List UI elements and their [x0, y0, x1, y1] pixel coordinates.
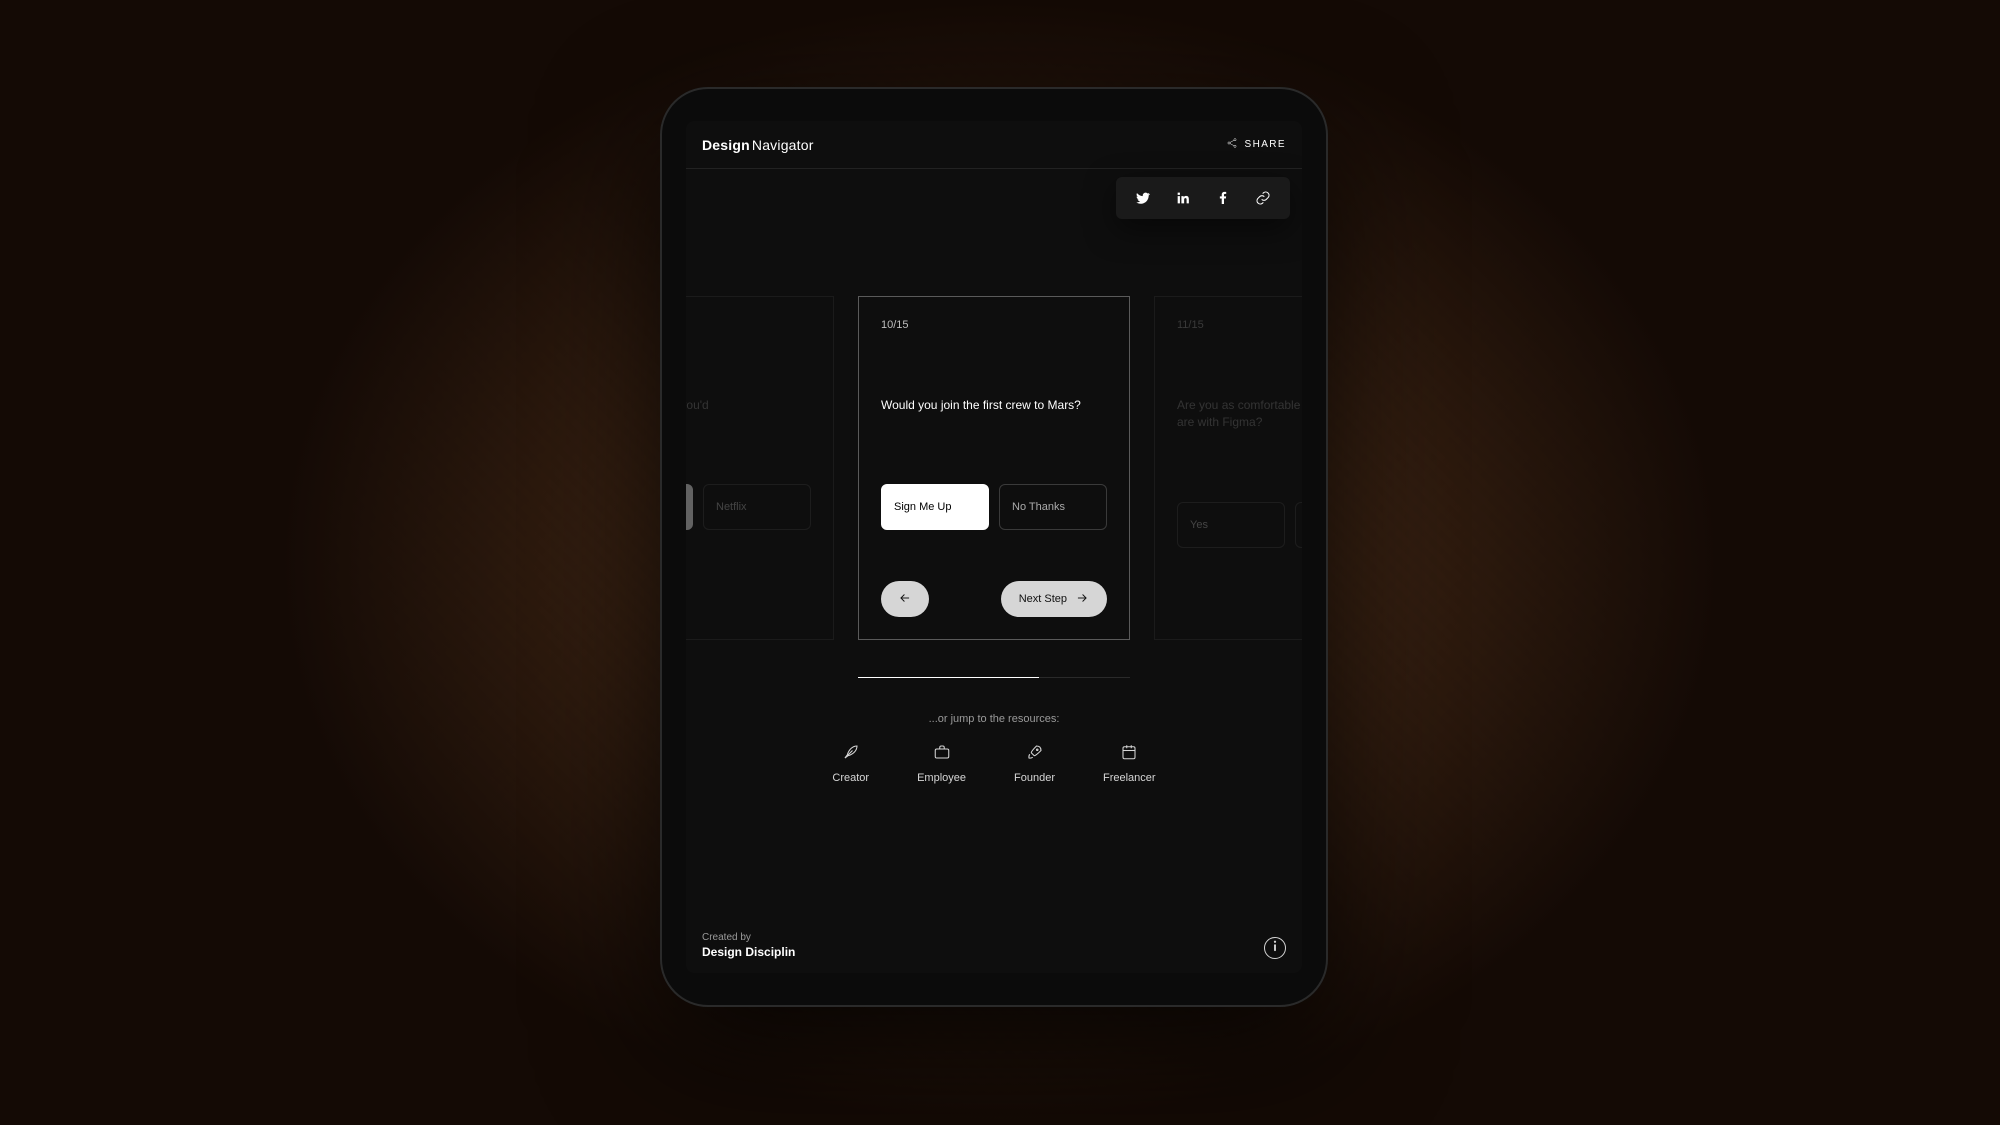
created-by-label: Created by [702, 932, 795, 943]
credit-block[interactable]: Created by Design Disciplin [702, 932, 795, 959]
copy-link-icon[interactable] [1254, 189, 1272, 207]
resource-label: Creator [832, 772, 869, 784]
next-step-button[interactable]: Next Step [1001, 581, 1107, 617]
resource-founder[interactable]: Founder [1014, 743, 1055, 784]
option-button[interactable] [686, 484, 693, 530]
tablet-device: DesignNavigator SHARE 9/15 only one of t… [660, 87, 1328, 1007]
share-popover [1116, 177, 1290, 219]
prev-step-button[interactable] [881, 581, 929, 617]
share-button[interactable]: SHARE [1226, 137, 1286, 152]
arrow-left-icon [898, 591, 912, 608]
resource-creator[interactable]: Creator [832, 743, 869, 784]
calendar-icon [1120, 743, 1138, 764]
briefcase-icon [933, 743, 951, 764]
question-text: Are you as comfortable with ____ as you … [1177, 397, 1302, 432]
option-button[interactable]: Netflix [703, 484, 811, 530]
question-text: only one of them, you'd [686, 397, 811, 414]
logo-bold: Design [702, 137, 750, 153]
app-logo[interactable]: DesignNavigator [702, 137, 814, 153]
resource-label: Founder [1014, 772, 1055, 784]
author-name: Design Disciplin [702, 945, 795, 959]
question-card-next: 11/15 Are you as comfortable with ____ a… [1154, 296, 1302, 640]
option-button-sign-me-up[interactable]: Sign Me Up [881, 484, 989, 530]
next-step-label: Next Step [1019, 593, 1067, 605]
feather-icon [842, 743, 860, 764]
resource-label: Freelancer [1103, 772, 1156, 784]
share-label: SHARE [1245, 139, 1286, 150]
resource-label: Employee [917, 772, 966, 784]
resource-freelancer[interactable]: Freelancer [1103, 743, 1156, 784]
app-footer: Created by Design Disciplin [686, 918, 1302, 973]
resource-employee[interactable]: Employee [917, 743, 966, 784]
step-counter: 11/15 [1177, 319, 1302, 331]
option-button[interactable]: No [1295, 502, 1302, 548]
info-icon [1270, 939, 1280, 957]
step-counter: 10/15 [881, 319, 1107, 331]
progress-bar [858, 677, 1130, 678]
question-text: Would you join the first crew to Mars? [881, 397, 1107, 414]
question-card-prev: 9/15 only one of them, you'd Netflix [686, 296, 834, 640]
option-button[interactable]: Yes [1177, 502, 1285, 548]
arrow-right-icon [1075, 591, 1089, 608]
share-icon [1226, 137, 1238, 152]
progress-fill [858, 677, 1039, 678]
jump-section: ...or jump to the resources: Creator Emp… [686, 713, 1302, 784]
app-screen: DesignNavigator SHARE 9/15 only one of t… [686, 121, 1302, 973]
twitter-icon[interactable] [1134, 189, 1152, 207]
question-card-current: 10/15 Would you join the first crew to M… [858, 296, 1130, 640]
info-button[interactable] [1264, 937, 1286, 959]
jump-label: ...or jump to the resources: [686, 713, 1302, 725]
rocket-icon [1026, 743, 1044, 764]
option-button-no-thanks[interactable]: No Thanks [999, 484, 1107, 530]
logo-normal: Navigator [752, 137, 814, 153]
app-header: DesignNavigator SHARE [686, 121, 1302, 169]
step-counter: 9/15 [686, 319, 811, 331]
linkedin-icon[interactable] [1174, 189, 1192, 207]
facebook-icon[interactable] [1214, 189, 1232, 207]
